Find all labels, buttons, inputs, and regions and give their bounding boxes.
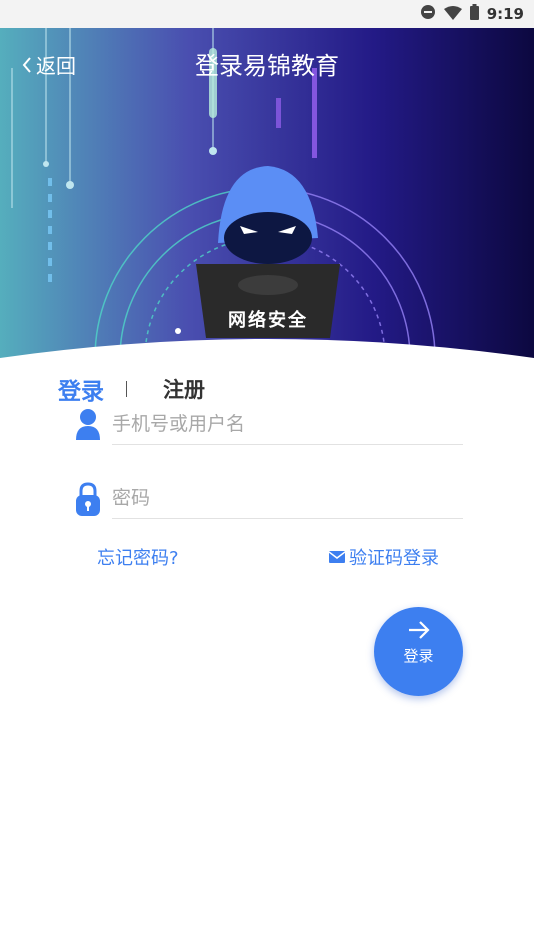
tab-login[interactable]: 登录 (58, 372, 104, 406)
do-not-disturb-icon (420, 4, 436, 24)
page-title: 登录易锦教育 (195, 52, 339, 80)
status-time: 9:19 (486, 5, 524, 23)
user-icon (74, 408, 102, 444)
username-field[interactable] (112, 404, 463, 445)
status-bar: 9:19 (0, 0, 534, 28)
battery-icon (469, 4, 479, 24)
login-button-label: 登录 (403, 647, 434, 665)
sms-login-link[interactable]: 验证码登录 (329, 544, 439, 570)
banner-text: 网络安全 (228, 310, 308, 331)
password-input[interactable] (112, 478, 463, 518)
login-button[interactable]: 登录 (374, 607, 463, 696)
sms-login-label: 验证码登录 (349, 548, 439, 569)
forgot-password-label: 忘记密码? (97, 548, 179, 569)
username-input[interactable] (112, 404, 463, 444)
mail-icon (329, 551, 345, 563)
password-field[interactable] (112, 478, 463, 519)
tab-divider (126, 381, 127, 397)
wifi-icon (443, 5, 462, 24)
auth-tabs: 登录 注册 (58, 372, 205, 406)
arrow-right-icon (374, 619, 463, 645)
forgot-password-link[interactable]: 忘记密码? (97, 544, 179, 570)
lock-icon (75, 482, 101, 520)
tab-register[interactable]: 注册 (163, 374, 205, 404)
